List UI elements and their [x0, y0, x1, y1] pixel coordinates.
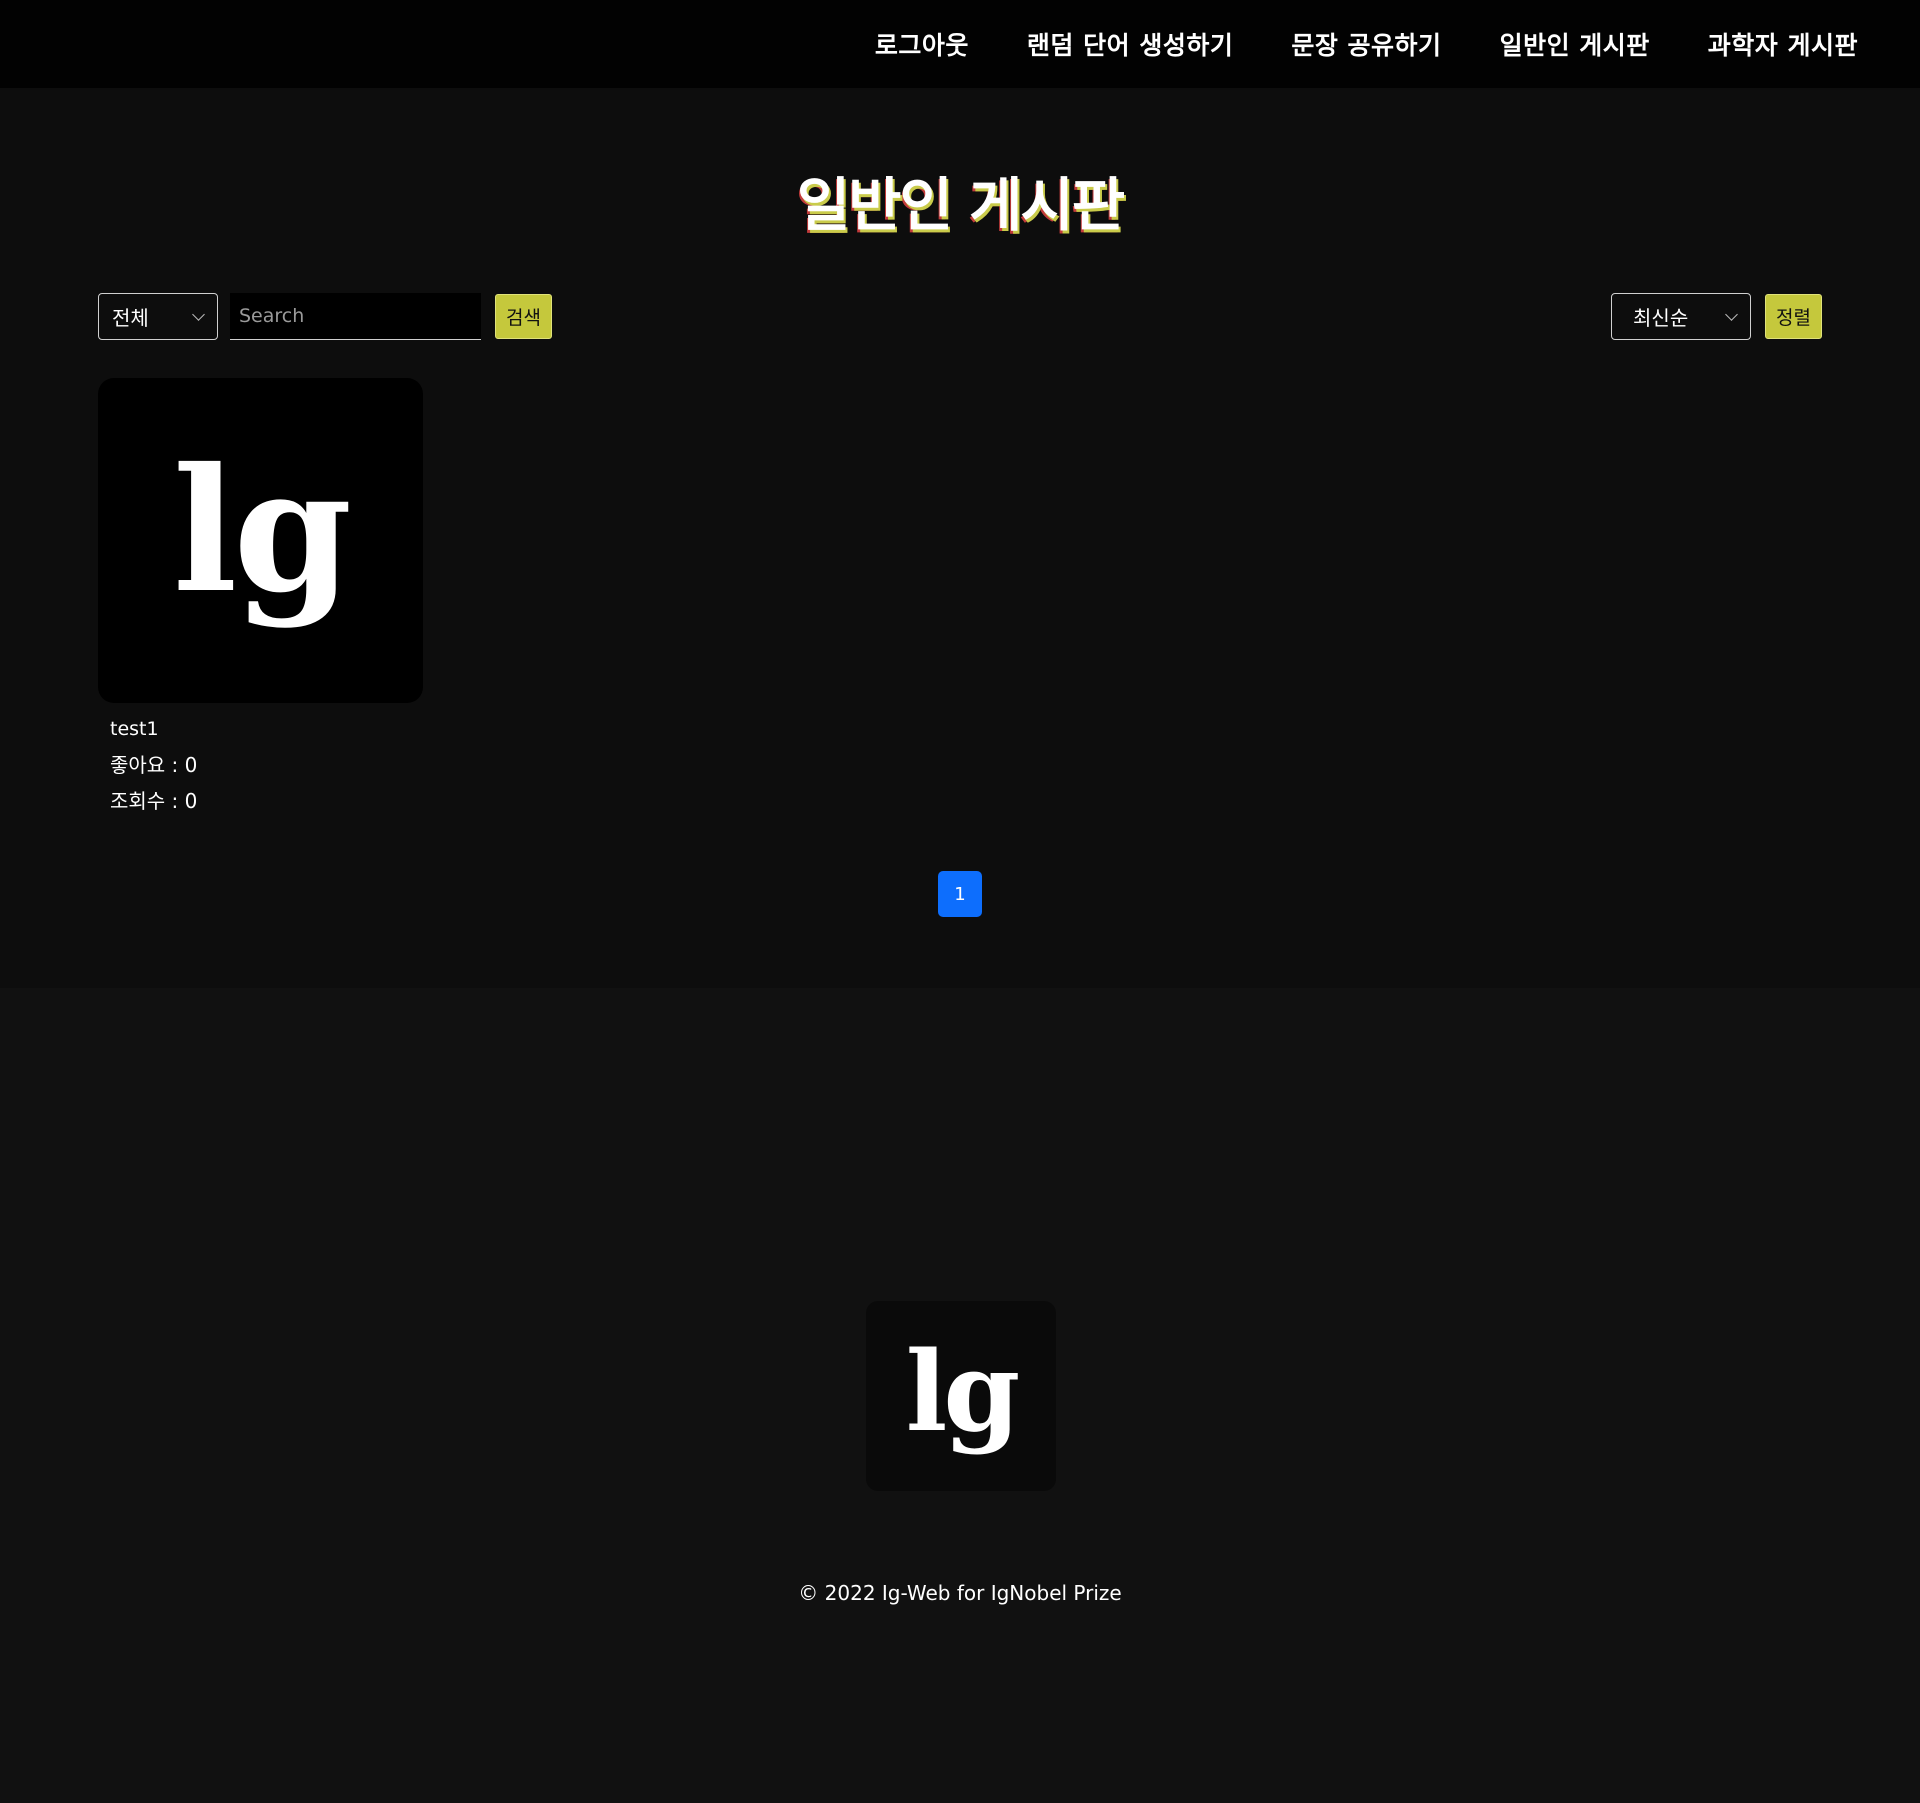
lg-logo: lg [172, 430, 352, 631]
footer-logo: lg [866, 1301, 1056, 1491]
sort-bar: 최신순 정렬 [1611, 293, 1822, 340]
post-info: test1 좋아요 : 0 조회수 : 0 [98, 711, 423, 819]
main-section: 일반인 게시판 전체 검색 최신순 정렬 lg test1 좋아요 : 0 조회… [0, 88, 1920, 988]
post-card[interactable]: lg test1 좋아요 : 0 조회수 : 0 [98, 378, 423, 819]
post-thumbnail[interactable]: lg [98, 378, 423, 703]
top-navbar: 로그아웃 랜덤 단어 생성하기 문장 공유하기 일반인 게시판 과학자 게시판 [0, 0, 1920, 88]
chevron-down-icon [192, 307, 205, 321]
search-filter-value: 전체 [112, 306, 149, 330]
page-title: 일반인 게시판 [796, 171, 1125, 239]
nav-scientist-board-link[interactable]: 과학자 게시판 [1708, 26, 1858, 62]
nav-random-word-link[interactable]: 랜덤 단어 생성하기 [1027, 26, 1233, 62]
sort-select[interactable]: 최신순 [1611, 293, 1752, 340]
nav-menu: 로그아웃 랜덤 단어 생성하기 문장 공유하기 일반인 게시판 과학자 게시판 [875, 0, 1858, 88]
search-bar: 전체 검색 [98, 293, 552, 340]
post-title[interactable]: test1 [110, 711, 423, 747]
copyright-text: © 2022 Ig-Web for IgNobel Prize [798, 1581, 1122, 1605]
search-button[interactable]: 검색 [495, 294, 552, 339]
lg-logo: lg [905, 1326, 1021, 1456]
search-filter-select[interactable]: 전체 [98, 293, 218, 340]
pagination: 1 [938, 871, 982, 917]
sort-select-value: 최신순 [1633, 306, 1689, 330]
post-views: 조회수 : 0 [110, 789, 198, 813]
page-button-1[interactable]: 1 [938, 871, 982, 917]
nav-logout-link[interactable]: 로그아웃 [875, 26, 969, 62]
nav-general-board-link[interactable]: 일반인 게시판 [1500, 26, 1650, 62]
nav-share-sentence-link[interactable]: 문장 공유하기 [1291, 26, 1441, 62]
chevron-down-icon [1725, 307, 1738, 321]
post-likes: 좋아요 : 0 [110, 753, 198, 777]
footer: lg © 2022 Ig-Web for IgNobel Prize [0, 988, 1920, 1803]
sort-button[interactable]: 정렬 [1765, 294, 1822, 339]
search-input[interactable] [230, 293, 481, 340]
